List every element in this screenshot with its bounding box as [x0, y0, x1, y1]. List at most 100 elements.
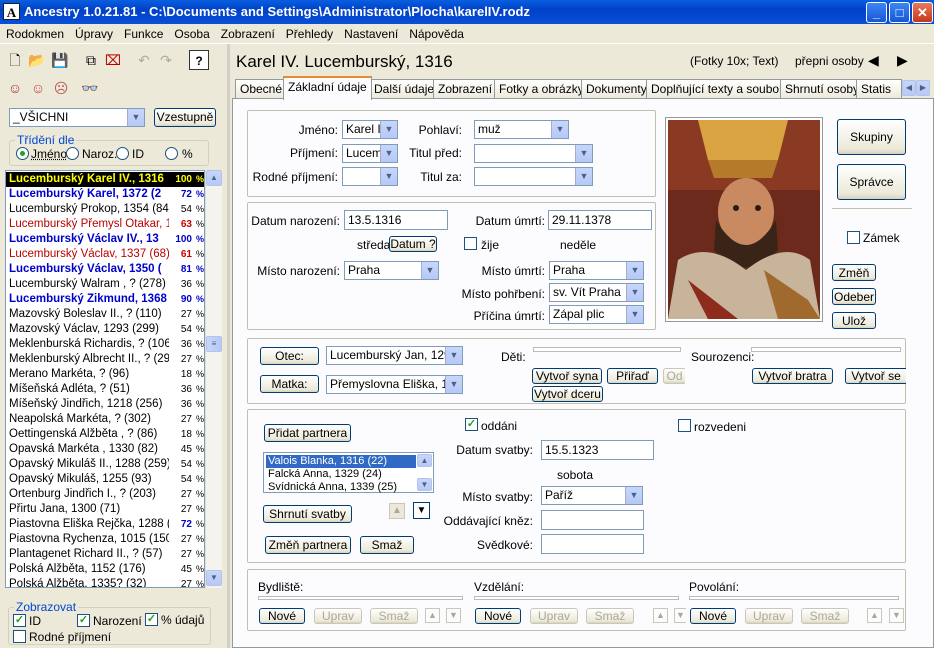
education-edit-button[interactable]: Uprav — [530, 608, 578, 624]
sort-order-button[interactable]: Vzestupně — [154, 108, 216, 127]
title-before-select[interactable]: ▼ — [474, 144, 593, 163]
divorced-label[interactable]: rozvedeni — [694, 420, 746, 434]
married-label[interactable]: oddáni — [481, 419, 517, 433]
splitter[interactable] — [227, 44, 230, 648]
show-birth-surname-checkbox[interactable] — [13, 630, 26, 643]
tab-fotky[interactable]: Fotky a obrázky — [494, 79, 589, 99]
show-percent-checkbox[interactable]: ✓ — [145, 613, 158, 626]
birth-surname-field[interactable]: ▼ — [342, 167, 398, 186]
redo-icon[interactable]: ↷ — [156, 50, 176, 70]
next-person-icon[interactable]: ▶ — [897, 52, 908, 69]
person-list-item[interactable]: Přirtu Jana, 1300 (71) 27% — [6, 502, 204, 517]
tab-dokumenty[interactable]: Dokumenty — [581, 79, 652, 99]
show-id-checkbox[interactable]: ✓ — [13, 614, 26, 627]
menu-zobrazeni[interactable]: Zobrazení — [215, 24, 280, 41]
wedding-summary-button[interactable]: Shrnutí svatby — [263, 505, 352, 523]
new-file-icon[interactable]: 🗋 — [5, 50, 25, 70]
education-new-button[interactable]: Nové — [475, 608, 521, 624]
death-place-select[interactable]: Praha ▼ — [549, 261, 644, 280]
person-list-item[interactable]: Lucemburský Přemysl Otakar, 131 63% — [6, 217, 204, 232]
person-list-item[interactable]: Lucemburský Karel, 1372 (2 72% — [6, 187, 204, 202]
person-list-item[interactable]: Lucemburský Walram , ? (278) 36% — [6, 277, 204, 292]
menu-nastaveni[interactable]: Nastavení — [338, 24, 403, 41]
residence-list[interactable] — [258, 596, 463, 600]
binoculars-icon[interactable]: 👓 — [80, 78, 100, 98]
person-filter-select[interactable]: _VŠICHNI ▼ — [9, 108, 145, 127]
person-list-item[interactable]: Lucemburský Václav, 1350 (81% — [6, 262, 204, 277]
change-partner-button[interactable]: Změň partnera — [265, 536, 351, 554]
tab-scroll-right-icon[interactable]: ▶ — [916, 80, 930, 96]
person-list-item[interactable]: Lucemburský Václav, 1337 (68) 61% — [6, 247, 204, 262]
person-list-item[interactable]: Lucemburský Zikmund, 1368 90% — [6, 292, 204, 307]
menu-rodokmen[interactable]: Rodokmen — [0, 24, 69, 41]
tab-statistika[interactable]: Statis — [856, 79, 902, 99]
person-list-item[interactable]: Opavská Markéta , 1330 (82) 45% — [6, 442, 204, 457]
create-sister-button[interactable]: Vytvoř se — [845, 368, 906, 384]
menu-prehledy[interactable]: Přehledy — [280, 24, 338, 41]
residence-edit-button[interactable]: Uprav — [314, 608, 362, 624]
mother-button[interactable]: Matka: — [260, 375, 319, 393]
person-list[interactable]: Lucemburský Karel IV., 1316 100% Lucemburs… — [5, 170, 205, 588]
menu-funkce[interactable]: Funkce — [118, 24, 168, 41]
person-list-item[interactable]: Míšeňský Jindřich, 1218 (256) 36% — [6, 397, 204, 412]
male-face-icon[interactable]: ☺ — [5, 78, 25, 98]
assign-child-button[interactable]: Přiřaď — [607, 368, 658, 384]
person-list-item[interactable]: Polská Alžběta, 1152 (176) 45% — [6, 562, 204, 577]
burial-place-select[interactable]: sv. Vít Praha ▼ — [549, 283, 644, 302]
tab-scroll-left-icon[interactable]: ◀ — [902, 80, 916, 96]
sort-by-birth-radio[interactable] — [66, 147, 79, 160]
move-up-icon[interactable]: ▲ — [425, 608, 440, 623]
occupation-delete-button[interactable]: Smaž — [801, 608, 849, 624]
occupation-list[interactable] — [689, 596, 899, 600]
mother-select[interactable]: Přemyslovna Eliška, 129 ▼ — [326, 375, 463, 394]
minimize-button[interactable]: _ — [866, 2, 887, 23]
person-list-item[interactable]: Míšeňská Adléta, ? (51) 36% — [6, 382, 204, 397]
person-photo[interactable] — [665, 117, 823, 322]
tab-doplnujici-texty[interactable]: Doplňující texty a soubory — [646, 79, 795, 99]
menu-upravy[interactable]: Úpravy — [69, 24, 118, 41]
person-list-item[interactable]: Meklenburská Richardis, ? (106) 36% — [6, 337, 204, 352]
occupation-edit-button[interactable]: Uprav — [745, 608, 793, 624]
person-list-item[interactable]: Meklenburský Albrecht II., ? (293) 27% — [6, 352, 204, 367]
person-list-item[interactable]: Opavský Mikuláš II., 1288 (259) 54% — [6, 457, 204, 472]
scroll-up-icon[interactable]: ▲ — [206, 170, 222, 186]
residence-new-button[interactable]: Nové — [259, 608, 305, 624]
children-list[interactable] — [533, 347, 681, 352]
copy-icon[interactable]: ⧉ — [81, 50, 101, 70]
show-percent-label[interactable]: % údajů — [161, 613, 204, 627]
married-checkbox[interactable]: ✓ — [465, 418, 478, 431]
birth-place-select[interactable]: Praha ▼ — [344, 261, 439, 280]
person-list-item[interactable]: Ortenburg Jindřich I., ? (203) 27% — [6, 487, 204, 502]
show-id-label[interactable]: ID — [29, 614, 41, 628]
undo-icon[interactable]: ↶ — [134, 50, 154, 70]
tab-dalsi-udaje[interactable]: Další údaje — [369, 79, 440, 99]
move-up-icon[interactable]: ▲ — [653, 608, 668, 623]
tab-obecne[interactable]: Obecné — [235, 79, 288, 99]
death-date-field[interactable]: 29.11.1378 — [548, 210, 652, 230]
person-list-item[interactable]: Neapolská Markéta, ? (302) 27% — [6, 412, 204, 427]
person-list-scrollbar[interactable]: ▲ ≡ ▼ — [205, 170, 222, 588]
person-list-item[interactable]: Piastovna Rychenza, 1015 (150) 27% — [6, 532, 204, 547]
groups-button[interactable]: Skupiny — [837, 119, 906, 155]
move-down-icon[interactable]: ▼ — [674, 608, 686, 623]
partners-list[interactable]: Valois Blanka, 1316 (22) Falcká Anna, 13… — [263, 452, 434, 493]
date-question-button[interactable]: Datum ? — [389, 236, 437, 252]
sort-by-name-label[interactable]: Jméno — [31, 147, 67, 161]
scroll-down-icon[interactable]: ▼ — [206, 570, 222, 586]
occupation-new-button[interactable]: Nové — [690, 608, 736, 624]
move-up-icon[interactable]: ▲ — [389, 503, 405, 519]
sex-select[interactable]: muž ▼ — [474, 120, 569, 139]
person-list-item[interactable]: Plantagenet Richard II., ? (57) 27% — [6, 547, 204, 562]
show-birth-checkbox[interactable]: ✓ — [77, 614, 90, 627]
person-list-item[interactable]: Lucemburský Václav IV., 13 100% — [6, 232, 204, 247]
save-photo-button[interactable]: Ulož — [832, 312, 876, 329]
father-select[interactable]: Lucemburský Jan, 1296 ▼ — [326, 346, 463, 365]
add-partner-button[interactable]: Přidat partnera — [264, 424, 351, 442]
person-list-item[interactable]: Mazovský Boleslav II., ? (110) 27% — [6, 307, 204, 322]
tab-zakladni-udaje[interactable]: Základní údaje — [283, 76, 372, 100]
death-cause-select[interactable]: Zápal plic ▼ — [549, 305, 644, 324]
lock-checkbox[interactable] — [847, 231, 860, 244]
close-button[interactable]: ✕ — [912, 2, 933, 23]
residence-delete-button[interactable]: Smaž — [370, 608, 418, 624]
title-after-select[interactable]: ▼ — [474, 167, 593, 186]
